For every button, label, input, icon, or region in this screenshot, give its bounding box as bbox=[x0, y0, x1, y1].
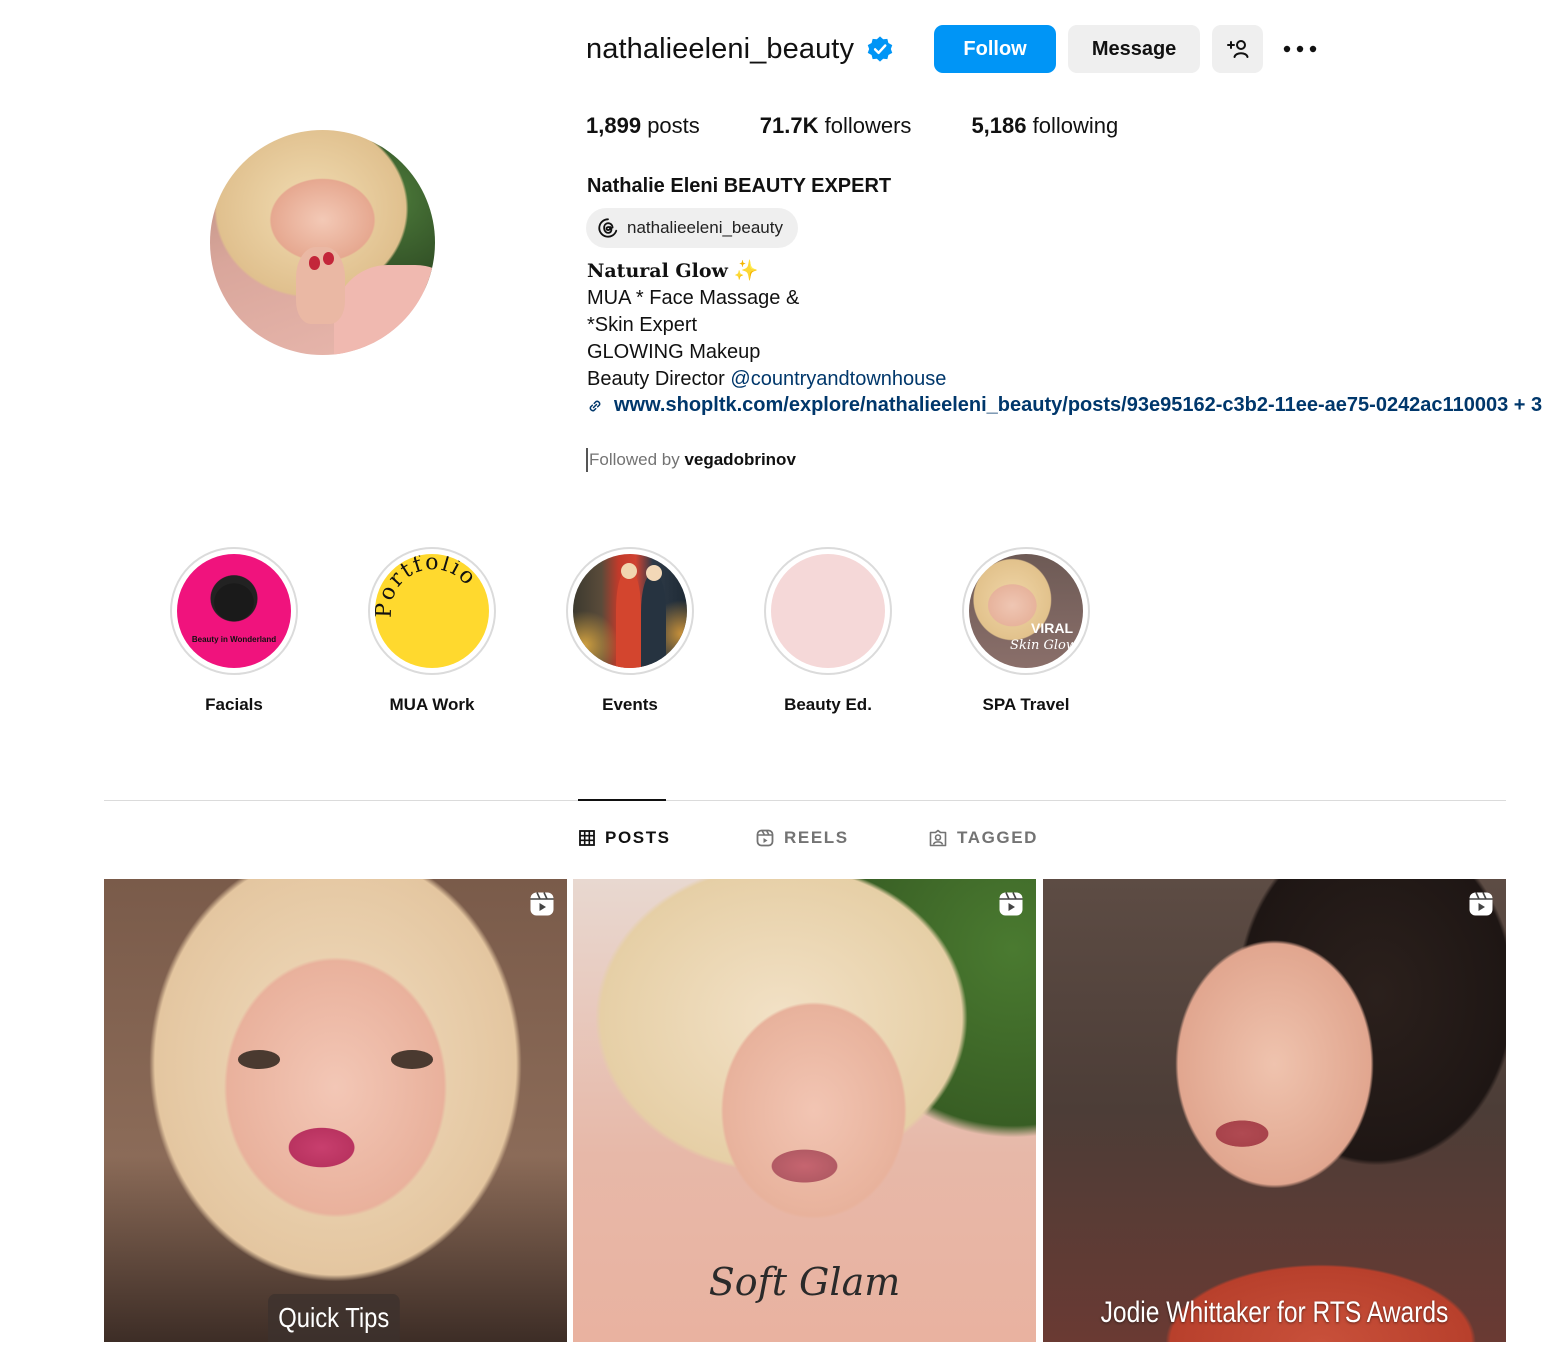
profile-stats: 1,899 posts 71.7K followers 5,186 follow… bbox=[586, 113, 1178, 139]
threads-icon bbox=[598, 218, 618, 238]
highlight-ring: Beauty in Wonderland bbox=[170, 547, 298, 675]
highlight-cover: VIRAL Skin Glow bbox=[969, 554, 1083, 668]
profile-full-name: Nathalie Eleni BEAUTY EXPERT bbox=[587, 175, 892, 197]
highlight-label: Events bbox=[602, 695, 658, 714]
bio-line-3: *Skin Expert bbox=[587, 314, 698, 336]
followed-by[interactable]: Followed by vegadobrinov bbox=[586, 448, 796, 472]
profile-username: nathalieeleni_beauty bbox=[586, 32, 855, 65]
external-link[interactable]: www.shopltk.com/explore/nathalieeleni_be… bbox=[586, 394, 1542, 417]
highlight-cover: Portfolio bbox=[375, 554, 489, 668]
suggested-users-button[interactable] bbox=[1212, 25, 1264, 73]
avatar-nail bbox=[309, 256, 321, 270]
bio-mention-link[interactable]: @countryandtownhouse bbox=[730, 368, 946, 390]
tab-tagged-label: TAGGED bbox=[957, 828, 1039, 847]
pinup-silhouette bbox=[198, 568, 270, 644]
profile-bio: Natural Glow ✨ MUA * Face Massage & *Ski… bbox=[587, 258, 946, 393]
highlight-spa-travel[interactable]: VIRAL Skin Glow SPA Travel bbox=[962, 547, 1090, 715]
highlight-cover-script: Skin Glow bbox=[1010, 638, 1077, 654]
reel-indicator-icon bbox=[999, 892, 1023, 916]
follow-button[interactable]: Follow bbox=[934, 25, 1057, 73]
post-tile[interactable]: Jodie Whittaker for RTS Awards bbox=[1043, 879, 1506, 1342]
post-tile[interactable]: Soft Glam bbox=[573, 879, 1036, 1342]
bio-role: Beauty Director bbox=[587, 368, 731, 390]
bio-headline: Natural Glow bbox=[587, 260, 728, 282]
profile-header-row: nathalieeleni_beauty Follow Message bbox=[586, 25, 1323, 73]
verified-badge-icon bbox=[867, 36, 893, 62]
reels-icon bbox=[756, 829, 774, 847]
more-options-button[interactable] bbox=[1277, 25, 1323, 73]
message-button[interactable]: Message bbox=[1068, 25, 1201, 73]
highlight-cover: Beauty in Wonderland bbox=[177, 554, 291, 668]
following-count: 5,186 bbox=[971, 113, 1027, 138]
person-head bbox=[620, 563, 637, 580]
reel-indicator-icon bbox=[530, 892, 554, 916]
post-caption-overlay: Quick Tips bbox=[268, 1294, 400, 1342]
profile-avatar[interactable] bbox=[210, 130, 435, 355]
tabs-divider bbox=[104, 800, 1506, 801]
highlight-cover-text: Beauty in Wonderland bbox=[191, 635, 277, 644]
posts-count: 1,899 bbox=[586, 113, 642, 138]
threads-handle: nathalieeleni_beauty bbox=[627, 218, 783, 237]
following-stat[interactable]: 5,186 following bbox=[971, 113, 1118, 139]
add-person-icon bbox=[1226, 40, 1249, 58]
person-red-dress bbox=[616, 571, 642, 668]
bio-line-5: Beauty Director @countryandtownhouse bbox=[587, 366, 946, 393]
link-icon bbox=[589, 400, 601, 411]
highlight-cover bbox=[573, 554, 687, 668]
highlight-label: Beauty Ed. bbox=[784, 695, 872, 714]
highlight-label: MUA Work bbox=[389, 695, 475, 714]
post-caption-overlay: Soft Glam bbox=[708, 1260, 901, 1304]
highlight-ring: VIRAL Skin Glow bbox=[962, 547, 1090, 675]
bio-line-2: MUA * Face Massage & bbox=[587, 287, 800, 309]
tab-posts-label: POSTS bbox=[605, 828, 671, 847]
highlight-events[interactable]: Events bbox=[566, 547, 694, 715]
highlight-mua-work[interactable]: Portfolio MUA Work bbox=[368, 547, 496, 715]
post-caption-overlay: Jodie Whittaker for RTS Awards bbox=[1100, 1296, 1449, 1329]
posts-count-stat: 1,899 posts bbox=[586, 113, 700, 139]
photo-eye bbox=[238, 1050, 280, 1069]
tagged-icon bbox=[929, 829, 947, 847]
tab-reels-label: REELS bbox=[784, 828, 849, 847]
highlight-ring: Portfolio bbox=[368, 547, 496, 675]
highlight-facials[interactable]: Beauty in Wonderland Facials bbox=[170, 547, 298, 715]
highlight-ring bbox=[566, 547, 694, 675]
followed-by-user: vegadobrinov bbox=[684, 450, 796, 469]
highlight-ring bbox=[764, 547, 892, 675]
avatar-dress bbox=[333, 265, 435, 355]
photo-eye bbox=[391, 1050, 433, 1069]
bio-line-4: GLOWING Makeup bbox=[587, 341, 761, 363]
followers-count: 71.7K bbox=[759, 113, 819, 138]
highlight-label: Facials bbox=[205, 695, 263, 714]
portfolio-arc-text: Portfolio bbox=[375, 554, 482, 618]
grid-icon bbox=[579, 830, 595, 846]
profile-page: nathalieeleni_beauty Follow Message 1,89… bbox=[0, 0, 1552, 1345]
sparkles-icon: ✨ bbox=[733, 260, 759, 282]
followers-label: followers bbox=[824, 113, 912, 138]
tab-posts[interactable]: POSTS bbox=[579, 828, 671, 848]
external-link-text: www.shopltk.com/explore/nathalieeleni_be… bbox=[614, 394, 1543, 416]
post-tile[interactable]: Quick Tips bbox=[104, 879, 567, 1342]
posts-label: posts bbox=[647, 113, 700, 138]
more-dots-icon bbox=[1283, 45, 1317, 53]
following-label: following bbox=[1032, 113, 1119, 138]
svg-text:Portfolio: Portfolio bbox=[375, 554, 482, 618]
bio-line-1: Natural Glow ✨ bbox=[587, 258, 946, 285]
highlight-beauty-ed[interactable]: Beauty Ed. bbox=[764, 547, 892, 715]
tab-tagged[interactable]: TAGGED bbox=[929, 828, 1038, 848]
avatar-nail bbox=[322, 251, 334, 265]
highlight-cover bbox=[771, 554, 885, 668]
reel-indicator-icon bbox=[1469, 892, 1493, 916]
highlight-cover-text: VIRAL bbox=[1031, 620, 1073, 637]
threads-link[interactable]: nathalieeleni_beauty bbox=[586, 208, 798, 248]
tab-reels[interactable]: REELS bbox=[756, 828, 849, 848]
active-tab-indicator bbox=[578, 799, 666, 801]
followed-by-prefix: Followed by bbox=[589, 450, 685, 469]
avatar-hand bbox=[295, 247, 345, 324]
highlight-label: SPA Travel bbox=[982, 695, 1070, 714]
followers-stat[interactable]: 71.7K followers bbox=[760, 113, 912, 139]
person-dark-dress bbox=[641, 574, 667, 668]
